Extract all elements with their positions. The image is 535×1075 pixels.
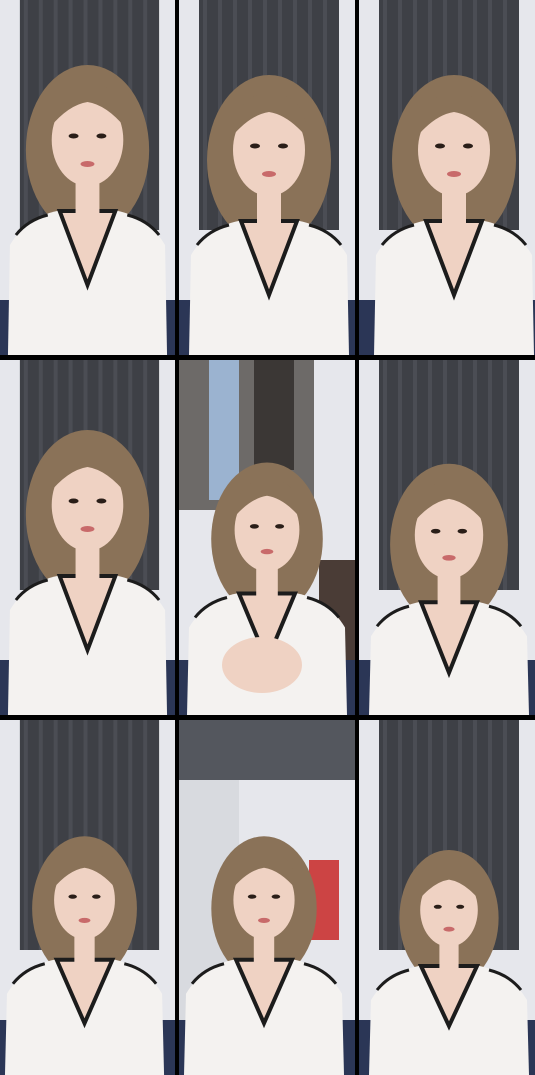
hands — [222, 637, 302, 693]
eye-left — [249, 524, 259, 529]
eye-left — [250, 143, 260, 149]
photo-collage-grid — [0, 0, 535, 1075]
photo-9 — [359, 720, 535, 1075]
photo-6 — [359, 360, 535, 715]
photo-1 — [0, 0, 175, 355]
photo-2 — [179, 0, 355, 355]
photo-8 — [179, 720, 355, 1075]
photo-4 — [0, 360, 175, 715]
eye-right — [278, 143, 288, 149]
photo-tile-2 — [179, 0, 355, 355]
mouth — [443, 926, 455, 932]
eye-right — [92, 894, 101, 899]
eye-right — [96, 498, 107, 504]
eye-right — [463, 143, 473, 149]
mouth — [262, 171, 276, 177]
mouth — [258, 917, 270, 923]
eye-right — [457, 528, 468, 534]
eye-right — [271, 894, 281, 899]
eye-right — [96, 133, 107, 139]
eye-left — [68, 894, 77, 899]
eye-left — [68, 498, 79, 504]
eye-left — [433, 904, 442, 909]
eye-left — [68, 133, 79, 139]
mouth — [80, 161, 95, 167]
photo-tile-7 — [0, 720, 175, 1075]
photo-5 — [179, 360, 355, 715]
photo-tile-8 — [179, 720, 355, 1075]
mouth — [80, 526, 95, 532]
photo-tile-5 — [179, 360, 355, 715]
photo-3 — [359, 0, 535, 355]
photo-tile-4 — [0, 360, 175, 715]
photo-tile-1 — [0, 0, 175, 355]
neck — [256, 566, 278, 602]
photo-tile-6 — [359, 360, 535, 715]
photo-tile-9 — [359, 720, 535, 1075]
photo-tile-3 — [359, 0, 535, 355]
photo-7 — [0, 720, 175, 1075]
eye-right — [275, 524, 285, 529]
mouth — [260, 548, 274, 555]
mouth — [447, 171, 461, 177]
neck — [437, 573, 461, 611]
eye-left — [247, 894, 257, 899]
mouth — [78, 917, 91, 923]
mouth — [442, 554, 456, 561]
eye-left — [430, 528, 441, 534]
eye-right — [456, 904, 465, 909]
eye-left — [435, 143, 445, 149]
